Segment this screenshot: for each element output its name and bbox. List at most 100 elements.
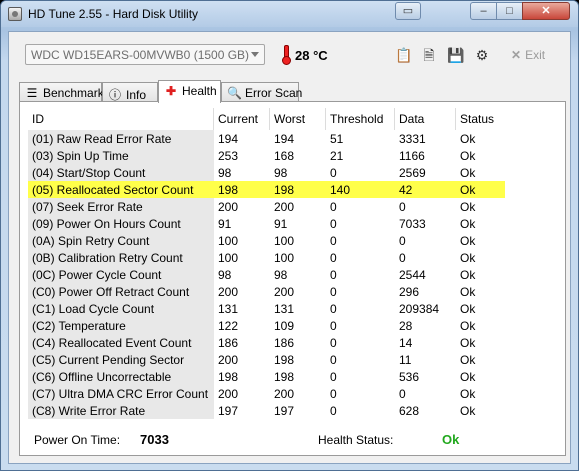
worst-value: 200 xyxy=(274,387,295,401)
current-value: 91 xyxy=(218,217,232,231)
current-value: 186 xyxy=(218,336,239,350)
table-row[interactable]: (03) Spin Up Time 253 168 21 1166 Ok xyxy=(28,147,505,164)
tab-info[interactable]: ⓘ Info xyxy=(102,82,158,102)
raw-data-value: 536 xyxy=(399,370,420,384)
worst-value: 197 xyxy=(274,404,295,418)
table-row[interactable]: (07) Seek Error Rate 200 200 0 0 Ok xyxy=(28,198,505,215)
tab-health[interactable]: ✚ Health xyxy=(158,80,221,103)
table-row[interactable]: (09) Power On Hours Count 91 91 0 7033 Ok xyxy=(28,215,505,232)
header-current[interactable]: Current xyxy=(214,108,270,130)
current-value: 197 xyxy=(218,404,239,418)
table-row[interactable]: (C8) Write Error Rate 197 197 0 628 Ok xyxy=(28,402,505,419)
attribute-name: (C8) Write Error Rate xyxy=(28,402,214,419)
table-row[interactable]: (C4) Reallocated Event Count 186 186 0 14 Ok xyxy=(28,334,505,351)
table-row[interactable]: (C7) Ultra DMA CRC Error Count 200 200 0 0 Ok xyxy=(28,385,505,402)
tab-benchmark[interactable]: ☰ Benchmark xyxy=(19,82,104,102)
threshold-value: 0 xyxy=(330,387,337,401)
current-value: 100 xyxy=(218,234,239,248)
save-icon[interactable]: 💾 xyxy=(447,47,464,63)
tab-label: Benchmark xyxy=(43,86,104,100)
threshold-value: 0 xyxy=(330,268,337,282)
exit-icon: ✕ xyxy=(511,48,522,62)
raw-data-value: 0 xyxy=(399,200,406,214)
threshold-value: 0 xyxy=(330,217,337,231)
table-header: ID Current Worst Threshold Data Status xyxy=(28,108,505,130)
health-cross-icon: ✚ xyxy=(165,84,177,98)
maximize-button[interactable]: □ xyxy=(496,2,523,20)
health-panel: ID Current Worst Threshold Data Status (… xyxy=(19,101,566,456)
current-value: 98 xyxy=(218,268,232,282)
status-value: Ok xyxy=(460,268,476,282)
threshold-value: 0 xyxy=(330,336,337,350)
copy-icon[interactable]: 📋 xyxy=(395,47,412,63)
attribute-name: (07) Seek Error Rate xyxy=(28,198,214,215)
options-icon[interactable]: ⚙ xyxy=(474,47,490,63)
status-value: Ok xyxy=(460,200,476,214)
current-value: 198 xyxy=(218,370,239,384)
close-button[interactable]: ✕ xyxy=(522,2,570,20)
header-data[interactable]: Data xyxy=(395,108,456,130)
threshold-value: 0 xyxy=(330,285,337,299)
table-row[interactable]: (C2) Temperature 122 109 0 28 Ok xyxy=(28,317,505,334)
tab-label: Error Scan xyxy=(245,86,303,100)
health-status-value: Ok xyxy=(442,432,460,447)
table-row[interactable]: (0C) Power Cycle Count 98 98 0 2544 Ok xyxy=(28,266,505,283)
current-value: 200 xyxy=(218,353,239,367)
power-on-value: 7033 xyxy=(140,432,169,447)
table-row[interactable]: (C5) Current Pending Sector 200 198 0 11 Ok xyxy=(28,351,505,368)
temperature-readout: 28 °C xyxy=(295,48,328,63)
raw-data-value: 7033 xyxy=(399,217,426,231)
status-value: Ok xyxy=(460,149,476,163)
status-value: Ok xyxy=(460,302,476,316)
worst-value: 100 xyxy=(274,251,295,265)
exit-button[interactable]: ✕ Exit xyxy=(511,48,545,62)
tab-error-scan[interactable]: 🔍 Error Scan xyxy=(221,82,303,102)
threshold-value: 0 xyxy=(330,166,337,180)
magnifier-icon: 🔍 xyxy=(227,86,242,100)
table-row[interactable]: (C6) Offline Uncorrectable 198 198 0 536 Ok xyxy=(28,368,505,385)
threshold-value: 0 xyxy=(330,404,337,418)
table-row[interactable]: (C1) Load Cycle Count 131 131 0 209384 Ok xyxy=(28,300,505,317)
raw-data-value: 14 xyxy=(399,336,413,350)
raw-data-value: 2544 xyxy=(399,268,426,282)
extra-window-button[interactable]: ▭ xyxy=(395,2,421,20)
status-footer: Power On Time: 7033 Health Status: Ok xyxy=(21,424,564,455)
raw-data-value: 0 xyxy=(399,251,406,265)
threshold-value: 0 xyxy=(330,302,337,316)
drive-select[interactable]: WDC WD15EARS-00MVWB0 (1500 GB) xyxy=(25,44,265,65)
table-row[interactable]: (04) Start/Stop Count 98 98 0 2569 Ok xyxy=(28,164,505,181)
table-row[interactable]: (01) Raw Read Error Rate 194 194 51 3331 Ok xyxy=(28,130,505,147)
worst-value: 98 xyxy=(274,166,288,180)
attribute-name: (09) Power On Hours Count xyxy=(28,215,214,232)
status-value: Ok xyxy=(460,166,476,180)
current-value: 194 xyxy=(218,132,239,146)
threshold-value: 0 xyxy=(330,370,337,384)
current-value: 200 xyxy=(218,285,239,299)
table-row[interactable]: (C0) Power Off Retract Count 200 200 0 296 Ok xyxy=(28,283,505,300)
copy-screenshot-icon[interactable]: 🗎 xyxy=(421,47,437,63)
header-status[interactable]: Status xyxy=(456,108,505,130)
minimize-button[interactable]: – xyxy=(470,2,497,20)
raw-data-value: 628 xyxy=(399,404,420,418)
attribute-name: (C2) Temperature xyxy=(28,317,214,334)
header-threshold[interactable]: Threshold xyxy=(326,108,395,130)
status-value: Ok xyxy=(460,353,476,367)
table-row[interactable]: (0B) Calibration Retry Count 100 100 0 0 Ok xyxy=(28,249,505,266)
raw-data-value: 0 xyxy=(399,387,406,401)
attribute-name: (0B) Calibration Retry Count xyxy=(28,249,214,266)
attribute-name: (01) Raw Read Error Rate xyxy=(28,130,214,147)
title-bar[interactable]: HD Tune 2.55 - Hard Disk Utility ▭ – □ ✕ xyxy=(1,1,578,27)
status-value: Ok xyxy=(460,183,476,197)
benchmark-icon: ☰ xyxy=(26,86,38,100)
threshold-value: 51 xyxy=(330,132,344,146)
attribute-name: (0A) Spin Retry Count xyxy=(28,232,214,249)
table-row[interactable]: (05) Reallocated Sector Count 198 198 140 42… xyxy=(28,181,505,198)
header-id[interactable]: ID xyxy=(28,108,214,130)
status-value: Ok xyxy=(460,251,476,265)
worst-value: 200 xyxy=(274,200,295,214)
threshold-value: 140 xyxy=(330,183,351,197)
header-worst[interactable]: Worst xyxy=(270,108,326,130)
tab-label: Info xyxy=(126,88,147,102)
table-row[interactable]: (0A) Spin Retry Count 100 100 0 0 Ok xyxy=(28,232,505,249)
attribute-name: (05) Reallocated Sector Count xyxy=(28,181,214,198)
